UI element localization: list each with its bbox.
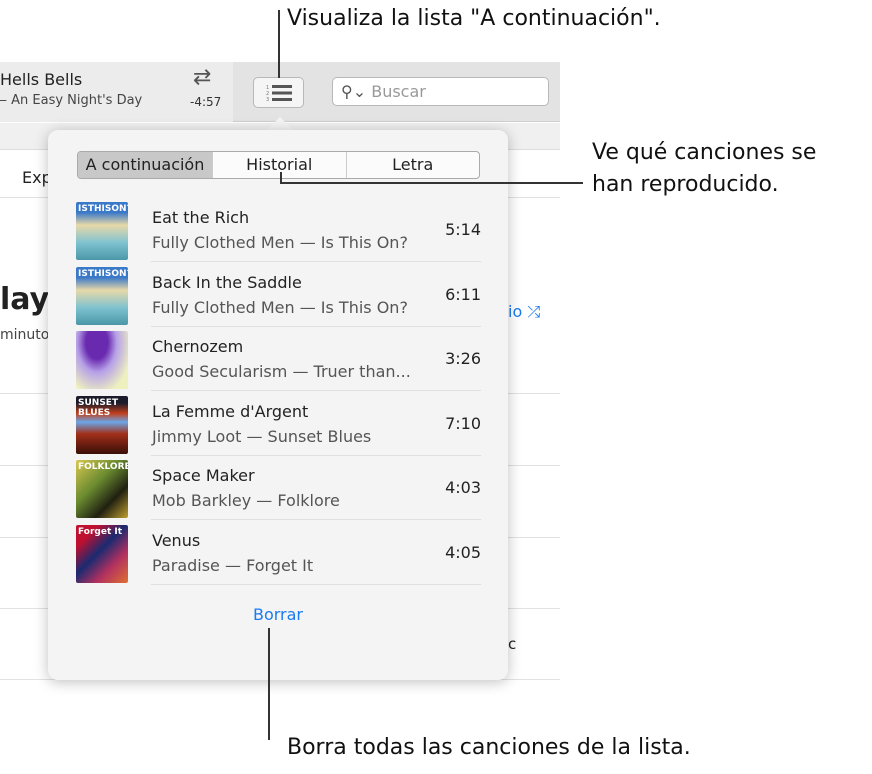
album-art: SUNSET BLUES — [76, 395, 128, 454]
callout-line — [280, 182, 583, 184]
popover-arrow — [266, 117, 294, 131]
song-duration: 3:26 — [445, 349, 481, 368]
callout-history-1: Ve qué canciones se — [592, 140, 817, 165]
song-title: Eat the Rich — [152, 208, 250, 227]
song-duration: 4:05 — [445, 542, 481, 562]
svg-text:3: 3 — [266, 97, 269, 102]
clear-button[interactable]: Borrar — [48, 605, 508, 624]
song-title: Back In the Saddle — [152, 272, 302, 292]
song-duration: 4:03 — [445, 478, 481, 497]
album-art: Forget It — [76, 524, 128, 583]
genre-cell: c — [508, 635, 517, 653]
search-icon: ⚲⌄ — [341, 82, 367, 101]
album-art: ISTHISON? — [76, 266, 128, 325]
song-duration: 7:10 — [445, 413, 481, 433]
callout-line — [268, 628, 270, 740]
callout-queue: Visualiza la lista "A continuación". — [287, 6, 661, 31]
up-next-popover: A continuación Historial Letra ISTHISON?… — [48, 130, 508, 680]
callout-line — [278, 10, 280, 78]
row-separator — [151, 583, 481, 585]
song-title: Space Maker — [152, 466, 255, 485]
song-artist-album: Fully Clothed Men — Is This On? — [152, 297, 408, 317]
segmented-control: A continuación Historial Letra — [77, 151, 480, 179]
song-duration: 5:14 — [445, 220, 481, 239]
tab-up-next[interactable]: A continuación — [78, 152, 213, 178]
song-duration: 6:11 — [445, 284, 481, 304]
album-art: ISTHISON? — [76, 202, 128, 260]
repeat-icon[interactable]: ⇄ — [193, 65, 211, 90]
song-artist-album: Mob Barkley — Folklore — [152, 491, 340, 510]
tab-lyrics[interactable]: Letra — [347, 152, 480, 178]
queue-song-row[interactable]: Chernozem Good Secularism — Truer than..… — [76, 327, 481, 391]
song-title: La Femme d'Argent — [152, 401, 309, 421]
queue-song-row[interactable]: ISTHISON? Back In the Saddle Fully Cloth… — [76, 263, 481, 327]
album-art: FOLKLORE — [76, 460, 128, 518]
queue-song-row[interactable]: ISTHISON? Eat the Rich Fully Clothed Men… — [76, 198, 481, 262]
search-input[interactable]: ⚲⌄ Buscar — [332, 77, 549, 106]
queue-song-row[interactable]: Forget It Venus Paradise — Forget It 4:0… — [76, 521, 481, 585]
song-artist-album: Paradise — Forget It — [152, 555, 314, 575]
search-placeholder: Buscar — [371, 82, 426, 101]
now-playing-title: Hells Bells — [0, 70, 83, 89]
song-artist-album: Good Secularism — Truer than... — [152, 362, 411, 381]
song-title: Chernozem — [152, 337, 244, 356]
now-playing-subtitle: — An Easy Night's Day — [0, 93, 143, 108]
song-artist-album: Fully Clothed Men — Is This On? — [152, 233, 408, 252]
now-playing[interactable]: Hells Bells — An Easy Night's Day ⇄ -4:5… — [0, 62, 233, 122]
album-art — [76, 331, 128, 389]
toolbar: Hells Bells — An Easy Night's Day ⇄ -4:5… — [0, 62, 560, 122]
song-title: Venus — [152, 530, 201, 550]
playlist-meta: minuto — [0, 327, 50, 343]
shuffle-button[interactable]: io ⤮ — [508, 302, 540, 322]
queue-song-row[interactable]: FOLKLORE Space Maker Mob Barkley — Folkl… — [76, 456, 481, 520]
song-artist-album: Jimmy Loot — Sunset Blues — [152, 426, 372, 446]
numbered-list-icon: 123 — [266, 84, 292, 102]
callout-history-2: han reproducido. — [592, 172, 779, 197]
queue-song-row[interactable]: SUNSET BLUES La Femme d'Argent Jimmy Loo… — [76, 392, 481, 456]
shuffle-icon: ⤮ — [527, 302, 541, 321]
up-next-button[interactable]: 123 — [253, 77, 304, 108]
remaining-time: -4:57 — [190, 95, 222, 109]
callout-clear: Borra todas las canciones de la lista. — [287, 735, 691, 760]
